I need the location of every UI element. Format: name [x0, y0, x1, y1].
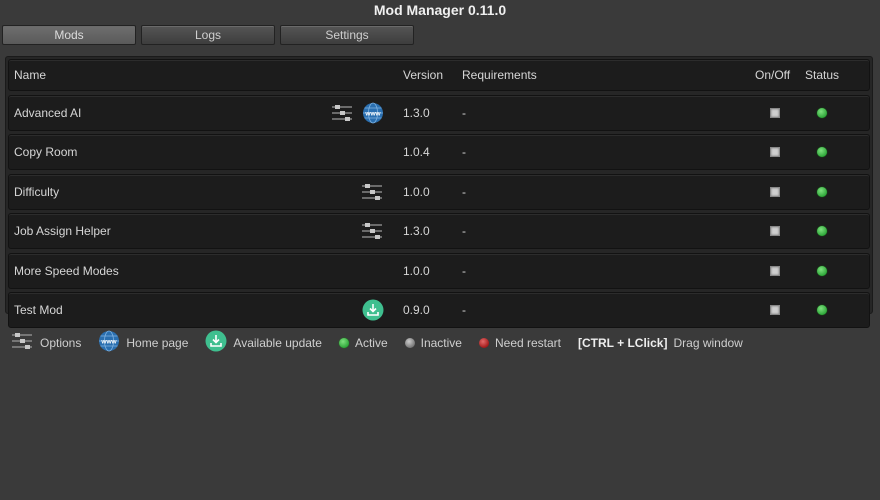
- table-row: Test Mod 0.9.0 -: [8, 292, 870, 328]
- enable-checkbox[interactable]: [770, 265, 780, 276]
- mod-requirements: -: [462, 105, 466, 120]
- mod-requirements: -: [462, 184, 466, 199]
- shortcut-description: Drag window: [673, 335, 743, 350]
- table-row: Difficulty 1.0.0 -: [8, 173, 870, 210]
- status-indicator: [817, 226, 827, 236]
- mod-name: More Speed Modes: [14, 263, 119, 278]
- enable-checkbox[interactable]: [770, 226, 780, 236]
- status-indicator: [817, 305, 827, 315]
- options-icon[interactable]: [360, 182, 384, 202]
- mod-version: 1.0.0: [403, 263, 430, 278]
- legend-inactive: Inactive: [404, 335, 462, 350]
- status-cell: [804, 293, 840, 327]
- tab-bar: Mods Logs Settings: [2, 25, 414, 45]
- mod-name: Copy Room: [14, 145, 78, 159]
- mod-actions: www: [324, 96, 384, 130]
- mod-version: 1.3.0: [403, 224, 430, 238]
- tab-mods[interactable]: Mods: [2, 25, 136, 45]
- mod-name: Test Mod: [14, 303, 63, 317]
- homepage-icon[interactable]: www: [362, 102, 384, 124]
- legend-shortcut: [CTRL + LClick] Drag window: [578, 336, 743, 350]
- restart-status-icon: [478, 337, 489, 348]
- options-icon: [10, 331, 34, 354]
- legend-inactive-label: Inactive: [420, 335, 462, 350]
- mod-version: 0.9.0: [403, 303, 430, 317]
- svg-text:www: www: [101, 339, 118, 346]
- active-status-icon: [338, 337, 349, 348]
- onoff-cell: [755, 135, 795, 169]
- mod-name: Advanced AI: [14, 105, 82, 120]
- onoff-cell: [755, 214, 795, 248]
- legend-active-label: Active: [354, 335, 388, 350]
- table-row: More Speed Modes 1.0.0 -: [8, 252, 870, 289]
- enable-checkbox[interactable]: [770, 147, 780, 157]
- update-icon[interactable]: [362, 299, 384, 321]
- legend-restart-label: Need restart: [494, 335, 562, 350]
- table-header: Name Version Requirements On/Off Status: [8, 59, 870, 91]
- legend: Options www Home page Available update A…: [10, 330, 760, 355]
- status-cell: [804, 135, 840, 169]
- mods-table: Name Version Requirements On/Off Status …: [5, 56, 873, 328]
- homepage-icon: www: [98, 330, 120, 355]
- legend-active: Active: [338, 335, 388, 350]
- status-indicator: [817, 147, 827, 157]
- mod-version: 1.0.4: [403, 145, 430, 159]
- options-icon[interactable]: [360, 221, 384, 241]
- status-indicator: [817, 186, 827, 197]
- mod-actions: [324, 175, 384, 209]
- status-cell: [804, 254, 840, 288]
- table-row: Copy Room 1.0.4 -: [8, 134, 870, 170]
- status-cell: [804, 214, 840, 248]
- mod-actions: [324, 254, 384, 288]
- column-status: Status: [805, 68, 840, 82]
- legend-options: Options: [10, 331, 81, 354]
- svg-text:www: www: [364, 110, 381, 117]
- table-row: Job Assign Helper 1.3.0 -: [8, 213, 870, 249]
- window-title: Mod Manager 0.11.0: [373, 2, 507, 18]
- options-icon[interactable]: [330, 103, 354, 123]
- mod-requirements: -: [462, 263, 466, 278]
- legend-homepage-label: Home page: [126, 335, 189, 350]
- mod-name: Job Assign Helper: [14, 224, 111, 238]
- mod-name: Difficulty: [14, 184, 60, 199]
- column-requirements: Requirements: [462, 68, 537, 82]
- inactive-status-icon: [404, 337, 415, 348]
- shortcut-key: [CTRL + LClick]: [578, 335, 668, 350]
- enable-checkbox[interactable]: [770, 186, 780, 197]
- column-name: Name: [14, 68, 47, 82]
- onoff-cell: [755, 96, 795, 130]
- table-row: Advanced AI www 1.3.0 -: [8, 94, 870, 131]
- onoff-cell: [755, 293, 795, 327]
- update-icon: [205, 330, 227, 355]
- legend-options-label: Options: [40, 335, 82, 350]
- column-onoff: On/Off: [755, 68, 791, 82]
- mod-requirements: -: [462, 145, 466, 159]
- onoff-cell: [755, 254, 795, 288]
- legend-restart: Need restart: [478, 335, 562, 350]
- mod-requirements: -: [462, 224, 466, 238]
- mod-actions: [324, 135, 384, 169]
- mod-version: 1.3.0: [403, 105, 430, 120]
- tab-logs[interactable]: Logs: [141, 25, 275, 45]
- status-indicator: [817, 107, 827, 118]
- enable-checkbox[interactable]: [770, 107, 780, 118]
- tab-settings[interactable]: Settings: [280, 25, 414, 45]
- mod-version: 1.0.0: [403, 184, 430, 199]
- status-indicator: [817, 265, 827, 276]
- mod-actions: [324, 214, 384, 248]
- status-cell: [804, 175, 840, 209]
- onoff-cell: [755, 175, 795, 209]
- mod-requirements: -: [462, 303, 466, 317]
- column-version: Version: [403, 68, 444, 82]
- legend-update-label: Available update: [233, 335, 322, 350]
- status-cell: [804, 96, 840, 130]
- legend-homepage: www Home page: [98, 330, 188, 355]
- mod-actions: [324, 293, 384, 327]
- enable-checkbox[interactable]: [770, 305, 780, 315]
- legend-update: Available update: [205, 330, 322, 355]
